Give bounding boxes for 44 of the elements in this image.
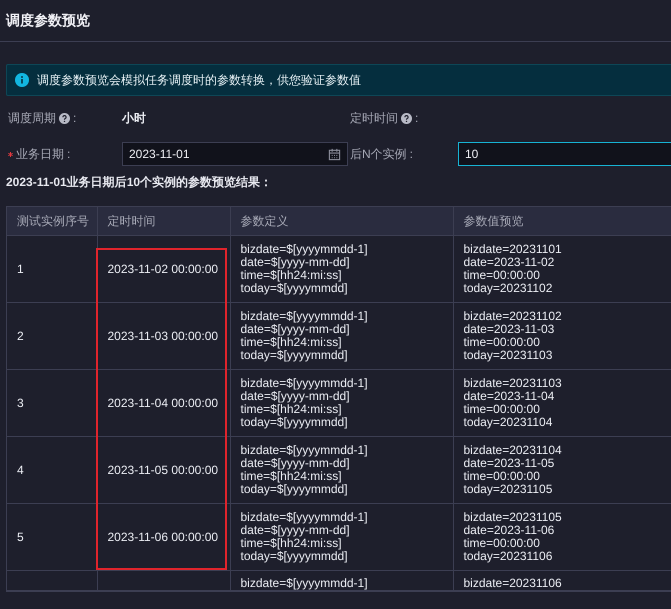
table-cell: 2023-11-05 00:00:00 bbox=[97, 436, 230, 504]
table-cell: 4 bbox=[7, 436, 97, 504]
info-icon bbox=[15, 73, 29, 87]
result-heading: 2023-11-01业务日期后10个实例的参数预览结果： bbox=[6, 174, 274, 191]
table-cell: bizdate=$[yyyymmdd-1] date=$[yyyy-mm-dd] time=$[hh24:mi:ss] today=$[yyyymmdd] bbox=[230, 236, 453, 302]
calendar-icon[interactable] bbox=[328, 148, 341, 160]
table-cell: bizdate=20231102 date=2023-11-03 time=00:00:00 today=20231103 bbox=[453, 302, 671, 370]
table-cell: bizdate=$[yyyymmdd-1] date=$[yyyy-mm-dd] time=$[hh24:mi:ss] today=$[yyyymmdd] bbox=[230, 504, 453, 570]
table-cell: 2023-11-03 00:00:00 bbox=[97, 302, 230, 370]
dialog-title: 调度参数预览 bbox=[6, 12, 90, 30]
date-field[interactable]: 2023-11-01 bbox=[122, 142, 348, 166]
table-cell: bizdate=20231103 date=2023-11-04 time=00:00:00 today=20231104 bbox=[453, 370, 671, 436]
table-cell: bizdate=$[yyyymmdd-1] date=$[yyyy-mm-dd] time=$[hh24:mi:ss] today=$[yyyymmdd] bbox=[230, 370, 453, 436]
label-colon: : bbox=[410, 147, 414, 161]
column-header: 参数值预览 bbox=[453, 207, 671, 236]
field-label: 调度周期 bbox=[8, 110, 56, 126]
table-cell: bizdate=20231101 date=2023-11-02 time=00:00:00 today=20231102 bbox=[453, 236, 671, 302]
table-cell: bizdate=20231105 date=2023-11-06 time=00:00:00 today=20231106 bbox=[453, 504, 671, 570]
table-cell: bizdate=20231104 date=2023-11-05 time=00:00:00 today=20231105 bbox=[453, 436, 671, 504]
table-cell: bizdate=$[yyyymmdd-1] date=$[yyyy-mm-dd] time=$[hh24:mi:ss] today=$[yyyymmdd] bbox=[230, 302, 453, 370]
input-field[interactable]: 10 bbox=[458, 142, 671, 166]
table-cell: bizdate=20231106 bbox=[453, 570, 671, 590]
field-label: 业务日期 bbox=[16, 146, 64, 162]
help-icon[interactable] bbox=[401, 112, 412, 124]
field-label: 后N个实例 bbox=[350, 146, 407, 162]
table-cell: 2023-11-04 00:00:00 bbox=[97, 370, 230, 436]
label-colon: : bbox=[67, 147, 70, 161]
table-cell: 2023-11-02 00:00:00 bbox=[97, 236, 230, 302]
label-colon: : bbox=[415, 111, 418, 125]
table-cell: bizdate=$[yyyymmdd-1] bbox=[230, 570, 453, 590]
field-label: 定时时间 bbox=[350, 110, 398, 126]
field-value: 小时 bbox=[122, 110, 147, 126]
table-cell: 2 bbox=[7, 302, 97, 370]
table-cell: bizdate=$[yyyymmdd-1] date=$[yyyy-mm-dd] time=$[hh24:mi:ss] today=$[yyyymmdd] bbox=[230, 436, 453, 504]
table-cell: 3 bbox=[7, 370, 97, 436]
column-header: 定时时间 bbox=[97, 207, 230, 236]
column-header: 参数定义 bbox=[230, 207, 453, 236]
info-text: 调度参数预览会模拟任务调度时的参数转换，供您验证参数值 bbox=[37, 72, 361, 88]
help-icon[interactable] bbox=[59, 112, 70, 124]
table-cell: 5 bbox=[7, 504, 97, 570]
table-cell: 1 bbox=[7, 236, 97, 302]
column-header: 测试实例序号 bbox=[7, 207, 97, 236]
table-cell: 2023-11-06 00:00:00 bbox=[97, 504, 230, 570]
label-colon: : bbox=[73, 111, 76, 125]
